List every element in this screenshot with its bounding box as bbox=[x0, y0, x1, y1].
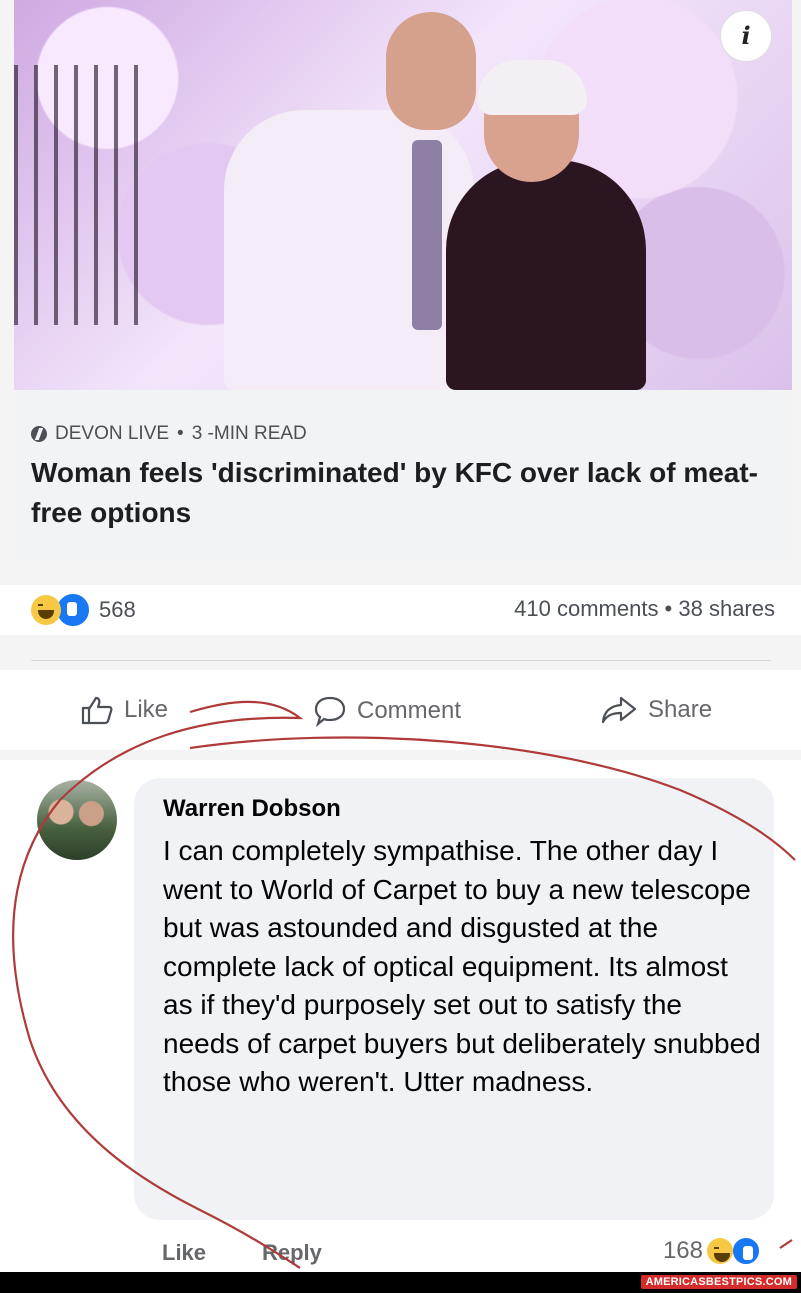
reaction-summary[interactable]: 568 bbox=[31, 592, 136, 628]
comment-icon bbox=[314, 696, 346, 727]
thumbs-up-icon bbox=[81, 696, 113, 725]
comment-label: Comment bbox=[357, 697, 462, 724]
comment-reactions[interactable]: 168 bbox=[663, 1236, 761, 1266]
source-separator: • bbox=[177, 423, 184, 444]
man-head bbox=[386, 12, 476, 130]
source-icon bbox=[31, 426, 47, 442]
like-reaction-icon bbox=[731, 1236, 761, 1266]
tie bbox=[412, 140, 442, 330]
article-photo[interactable] bbox=[14, 0, 792, 390]
divider bbox=[31, 660, 771, 661]
article-headline[interactable]: Woman feels 'discriminated' by KFC over … bbox=[31, 453, 771, 533]
info-icon[interactable]: i bbox=[720, 10, 772, 62]
comment-reaction-count: 168 bbox=[662, 1237, 703, 1264]
article-source: DEVON LIVE • 3 -MIN READ bbox=[31, 423, 307, 445]
like-label: Like bbox=[124, 696, 169, 723]
read-time: 3 -MIN READ bbox=[191, 423, 307, 444]
like-button[interactable]: Like bbox=[80, 695, 168, 725]
comment-like-button[interactable]: Like bbox=[162, 1240, 206, 1266]
comment-button[interactable]: Comment bbox=[313, 695, 461, 727]
woman-figure bbox=[446, 160, 646, 390]
haha-icon bbox=[707, 1238, 733, 1264]
comments-shares-count[interactable]: 410 comments • 38 shares bbox=[514, 596, 775, 622]
avatar[interactable] bbox=[37, 780, 117, 860]
reaction-count: 568 bbox=[99, 597, 136, 622]
watermark: AMERICASBESTPICS.COM bbox=[640, 1275, 797, 1289]
share-button[interactable]: Share bbox=[600, 695, 712, 725]
source-name: DEVON LIVE bbox=[55, 423, 170, 444]
comment-author[interactable]: Warren Dobson bbox=[163, 795, 341, 823]
haha-icon bbox=[31, 595, 61, 625]
share-icon bbox=[601, 696, 637, 724]
share-label: Share bbox=[648, 696, 713, 723]
background-railing bbox=[14, 65, 154, 325]
woman-hair bbox=[477, 60, 587, 115]
comment-text: I can completely sympathise. The other d… bbox=[163, 835, 761, 1097]
comment-reply-button[interactable]: Reply bbox=[262, 1240, 322, 1266]
